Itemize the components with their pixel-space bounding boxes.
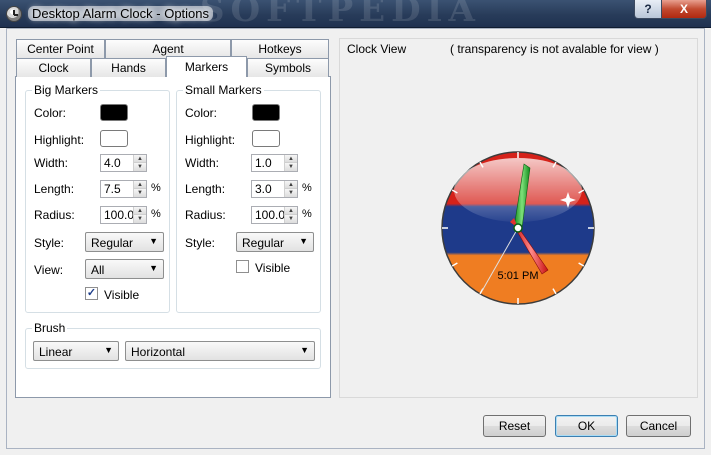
big-radius-label: Radius: — [34, 208, 75, 222]
chevron-down-icon: ▼ — [149, 263, 158, 273]
brush-type-value: Linear — [39, 345, 73, 359]
small-style-value: Regular — [242, 236, 285, 250]
big-radius-spinner[interactable]: 100.0 ▲ ▼ — [100, 206, 147, 224]
small-radius-unit: % — [302, 208, 312, 220]
small-width-label: Width: — [185, 156, 220, 170]
big-view-label: View: — [34, 263, 64, 277]
brush-title: Brush — [34, 321, 66, 335]
small-radius-value: 100.0 — [255, 208, 286, 222]
small-radius-label: Radius: — [185, 208, 226, 222]
small-length-spinner[interactable]: 3.0 ▲ ▼ — [251, 180, 298, 198]
small-highlight-label: Highlight: — [185, 133, 236, 147]
big-length-label: Length: — [34, 182, 75, 196]
big-style-select[interactable]: Regular ▼ — [85, 232, 164, 252]
watermark: SOFTPEDIA — [200, 0, 481, 28]
tab-symbols[interactable]: Symbols — [247, 58, 329, 77]
help-button[interactable]: ? — [634, 0, 662, 19]
brush-direction-select[interactable]: Horizontal ▼ — [125, 341, 315, 361]
small-style-select[interactable]: Regular ▼ — [236, 232, 314, 252]
big-visible-label: Visible — [104, 288, 140, 302]
clock-preview: 5:01 PM — [441, 151, 595, 305]
tab-clock[interactable]: Clock — [16, 58, 91, 77]
alarm-clock-icon — [6, 6, 22, 22]
spin-up-icon[interactable]: ▲ — [134, 207, 146, 215]
big-view-select[interactable]: All ▼ — [85, 259, 164, 279]
small-visible-checkbox[interactable] — [236, 260, 249, 273]
big-color-label: Color: — [34, 106, 67, 120]
big-radius-value: 100.0 — [104, 208, 135, 222]
small-length-value: 3.0 — [255, 182, 272, 196]
spin-up-icon[interactable]: ▲ — [134, 181, 146, 189]
small-length-label: Length: — [185, 182, 226, 196]
cancel-button[interactable]: Cancel — [626, 415, 691, 437]
spin-up-icon[interactable]: ▲ — [285, 181, 297, 189]
big-length-spinner[interactable]: 7.5 ▲ ▼ — [100, 180, 147, 198]
big-markers-title: Big Markers — [34, 83, 99, 97]
chevron-down-icon: ▼ — [104, 345, 113, 355]
spin-down-icon[interactable]: ▼ — [285, 163, 297, 171]
brush-type-select[interactable]: Linear ▼ — [33, 341, 119, 361]
clock-view-note: ( transparency is not avalable for view … — [450, 42, 659, 56]
spin-down-icon[interactable]: ▼ — [134, 189, 146, 197]
small-highlight-swatch[interactable] — [252, 130, 280, 147]
big-view-value: All — [91, 263, 105, 277]
spin-up-icon[interactable]: ▲ — [134, 155, 146, 163]
close-button[interactable]: X — [661, 0, 707, 19]
big-style-value: Regular — [91, 236, 134, 250]
brush-direction-value: Horizontal — [131, 345, 186, 359]
spin-up-icon[interactable]: ▲ — [285, 207, 297, 215]
big-visible-checkbox[interactable]: ✓ — [85, 287, 98, 300]
small-style-label: Style: — [185, 236, 216, 250]
clock-time-text: 5:01 PM — [498, 270, 539, 282]
big-highlight-swatch[interactable] — [100, 130, 128, 147]
chevron-down-icon: ▼ — [300, 345, 309, 355]
spin-down-icon[interactable]: ▼ — [134, 215, 146, 223]
center-point — [513, 223, 523, 233]
small-width-spinner[interactable]: 1.0 ▲ ▼ — [251, 154, 298, 172]
title-bar: SOFTPEDIA Desktop Alarm Clock - Options … — [0, 0, 711, 28]
small-markers-title: Small Markers — [185, 83, 262, 97]
tab-markers[interactable]: Markers — [166, 56, 247, 77]
small-length-unit: % — [302, 182, 312, 194]
big-length-unit: % — [151, 182, 161, 194]
small-radius-spinner[interactable]: 100.0 ▲ ▼ — [251, 206, 298, 224]
spin-down-icon[interactable]: ▼ — [285, 215, 297, 223]
ok-button[interactable]: OK — [555, 415, 618, 437]
tab-center-point[interactable]: Center Point — [16, 39, 105, 58]
small-width-value: 1.0 — [255, 156, 272, 170]
small-color-label: Color: — [185, 106, 218, 120]
small-color-swatch[interactable] — [252, 104, 280, 121]
chevron-down-icon: ▼ — [299, 236, 308, 246]
spin-up-icon[interactable]: ▲ — [285, 155, 297, 163]
chevron-down-icon: ▼ — [149, 236, 158, 246]
clock-view-title: Clock View — [347, 42, 407, 56]
reset-button[interactable]: Reset — [483, 415, 546, 437]
big-width-spinner[interactable]: 4.0 ▲ ▼ — [100, 154, 147, 172]
big-style-label: Style: — [34, 236, 65, 250]
spin-down-icon[interactable]: ▼ — [285, 189, 297, 197]
big-width-label: Width: — [34, 156, 69, 170]
big-width-value: 4.0 — [104, 156, 121, 170]
tab-hands[interactable]: Hands — [91, 58, 166, 77]
big-highlight-label: Highlight: — [34, 133, 85, 147]
big-length-value: 7.5 — [104, 182, 121, 196]
window-title: Desktop Alarm Clock - Options — [28, 6, 214, 21]
big-radius-unit: % — [151, 208, 161, 220]
small-visible-label: Visible — [255, 261, 291, 275]
big-color-swatch[interactable] — [100, 104, 128, 121]
spin-down-icon[interactable]: ▼ — [134, 163, 146, 171]
